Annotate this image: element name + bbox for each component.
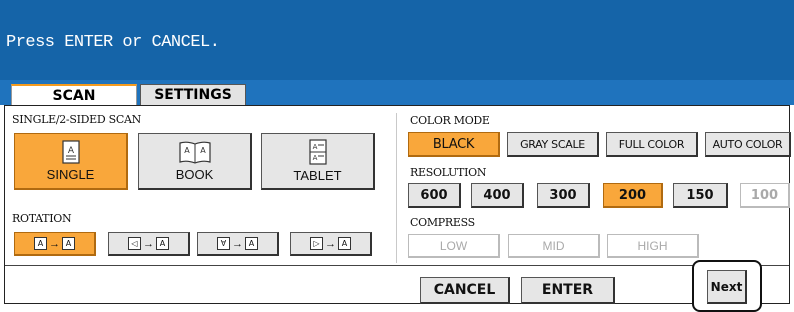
column-divider xyxy=(396,113,397,263)
tab-settings[interactable]: SETTINGS xyxy=(140,84,246,105)
cancel-button[interactable]: CANCEL xyxy=(420,277,510,304)
compress-label: COMPRESS xyxy=(410,216,475,229)
resolution-100-button: 100 xyxy=(740,183,790,208)
original-orientation-icon: ◁ xyxy=(128,237,141,250)
resolution-label: RESOLUTION xyxy=(410,166,487,179)
full-color-button[interactable]: FULL COLOR xyxy=(606,132,698,157)
rotation-0-button[interactable]: A → A xyxy=(14,232,96,256)
single-label: SINGLE xyxy=(46,167,95,182)
svg-text:A: A xyxy=(200,146,206,155)
status-message: Press ENTER or CANCEL. xyxy=(6,33,220,52)
tab-scan[interactable]: SCAN xyxy=(11,84,137,106)
book-icon: A A xyxy=(178,141,211,164)
result-orientation-icon: A xyxy=(62,237,75,250)
scan-mode-label: SINGLE/2-SIDED SCAN xyxy=(12,113,141,126)
result-orientation-icon: A xyxy=(156,237,169,250)
svg-text:A: A xyxy=(184,146,190,155)
resolution-300-button[interactable]: 300 xyxy=(537,183,590,208)
arrow-right-icon: → xyxy=(49,237,60,250)
svg-text:A: A xyxy=(67,146,74,156)
compress-low-button: LOW xyxy=(408,234,500,258)
color-mode-label: COLOR MODE xyxy=(410,114,490,127)
book-label: BOOK xyxy=(175,167,214,182)
arrow-right-icon: → xyxy=(325,237,336,250)
book-button[interactable]: A A BOOK xyxy=(138,133,252,190)
single-page-icon: A xyxy=(61,140,80,164)
arrow-right-icon: → xyxy=(143,237,154,250)
resolution-200-button[interactable]: 200 xyxy=(603,183,663,208)
tablet-icon: A A xyxy=(308,139,327,165)
tablet-label: TABLET xyxy=(293,168,342,183)
resolution-150-button[interactable]: 150 xyxy=(673,183,728,208)
rotation-90-button[interactable]: ◁ → A xyxy=(108,232,190,256)
arrow-right-icon: → xyxy=(232,237,243,250)
single-button[interactable]: A SINGLE xyxy=(14,133,128,190)
original-orientation-icon: ∀ xyxy=(217,237,230,250)
rotation-180-button[interactable]: ∀ → A xyxy=(197,232,279,256)
next-button[interactable]: Next xyxy=(707,270,747,304)
result-orientation-icon: A xyxy=(245,237,258,250)
resolution-400-button[interactable]: 400 xyxy=(471,183,524,208)
footer-divider xyxy=(5,265,789,266)
compress-mid-button: MID xyxy=(508,234,600,258)
gray-scale-button[interactable]: GRAY SCALE xyxy=(507,132,599,157)
auto-color-button[interactable]: AUTO COLOR xyxy=(705,132,791,157)
tablet-button[interactable]: A A TABLET xyxy=(261,133,375,190)
result-orientation-icon: A xyxy=(338,237,351,250)
svg-text:A: A xyxy=(312,143,317,151)
enter-button[interactable]: ENTER xyxy=(521,277,615,304)
rotation-label: ROTATION xyxy=(12,212,72,225)
black-button[interactable]: BLACK xyxy=(408,132,500,157)
compress-high-button: HIGH xyxy=(607,234,699,258)
original-orientation-icon: A xyxy=(34,237,47,250)
resolution-600-button[interactable]: 600 xyxy=(408,183,461,208)
rotation-270-button[interactable]: ▷ → A xyxy=(290,232,372,256)
original-orientation-icon: ▷ xyxy=(310,237,323,250)
svg-text:A: A xyxy=(312,154,317,162)
